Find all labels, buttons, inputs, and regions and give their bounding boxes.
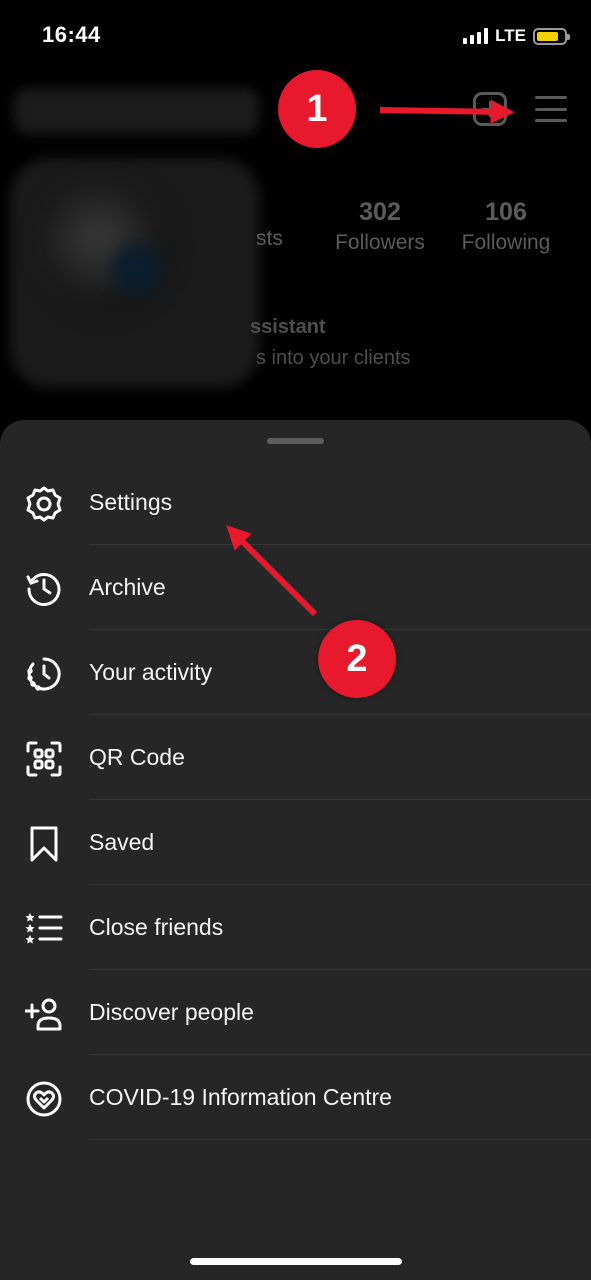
sheet-grabber[interactable]	[267, 438, 324, 444]
menu-hamburger-icon[interactable]	[535, 96, 567, 122]
menu-item-covid-info[interactable]: COVID-19 Information Centre	[0, 1055, 591, 1140]
menu-label-saved: Saved	[89, 829, 155, 855]
options-bottom-sheet: Settings Archive Your activity QR Code S…	[0, 420, 591, 1280]
battery-icon	[533, 27, 570, 45]
menu-item-your-activity[interactable]: Your activity	[0, 630, 591, 715]
status-bar: 16:44 LTE	[0, 0, 591, 70]
menu-label-archive: Archive	[89, 574, 166, 600]
following-label: Following	[461, 231, 551, 254]
menu-label-discover-people: Discover people	[89, 999, 254, 1025]
add-person-icon	[24, 994, 64, 1034]
archive-history-icon	[24, 569, 64, 609]
followers-count: 302	[359, 198, 401, 226]
qr-code-icon	[24, 739, 64, 779]
network-type: LTE	[495, 26, 526, 45]
covid-heart-icon	[24, 1079, 64, 1119]
following-count: 106	[485, 198, 527, 226]
signal-icon	[463, 28, 489, 44]
new-post-icon[interactable]	[473, 92, 507, 126]
options-menu: Settings Archive Your activity QR Code S…	[0, 460, 591, 1140]
menu-label-qr-code: QR Code	[89, 744, 185, 770]
annotation-badge-2: 2	[318, 620, 396, 698]
posts-label-fragment: sts	[256, 227, 283, 250]
menu-label-settings: Settings	[89, 489, 173, 515]
menu-label-covid-info: COVID-19 Information Centre	[89, 1084, 392, 1110]
bio-line-2: s into your clients	[256, 347, 411, 369]
menu-label-your-activity: Your activity	[89, 659, 213, 685]
home-indicator[interactable]	[190, 1258, 402, 1265]
settings-gear-icon	[24, 484, 64, 524]
menu-item-close-friends[interactable]: Close friends	[0, 885, 591, 970]
profile-header-actions	[473, 92, 567, 126]
bookmark-icon	[24, 824, 64, 864]
following-stat[interactable]: 106 Following	[452, 198, 560, 255]
menu-item-discover-people[interactable]: Discover people	[0, 970, 591, 1055]
status-indicators: LTE	[463, 26, 570, 46]
annotation-badge-1: 1	[278, 70, 356, 148]
status-time: 16:44	[42, 22, 101, 47]
menu-item-qr-code[interactable]: QR Code	[0, 715, 591, 800]
blurred-username	[14, 88, 259, 134]
menu-item-settings[interactable]: Settings	[0, 460, 591, 545]
activity-clock-icon	[24, 654, 64, 694]
bio-line-1: ssistant	[250, 316, 326, 338]
close-friends-list-icon	[24, 909, 64, 949]
menu-item-saved[interactable]: Saved	[0, 800, 591, 885]
followers-stat[interactable]: 302 Followers	[330, 198, 430, 255]
menu-label-close-friends: Close friends	[89, 914, 224, 940]
followers-label: Followers	[335, 231, 425, 254]
menu-item-archive[interactable]: Archive	[0, 545, 591, 630]
